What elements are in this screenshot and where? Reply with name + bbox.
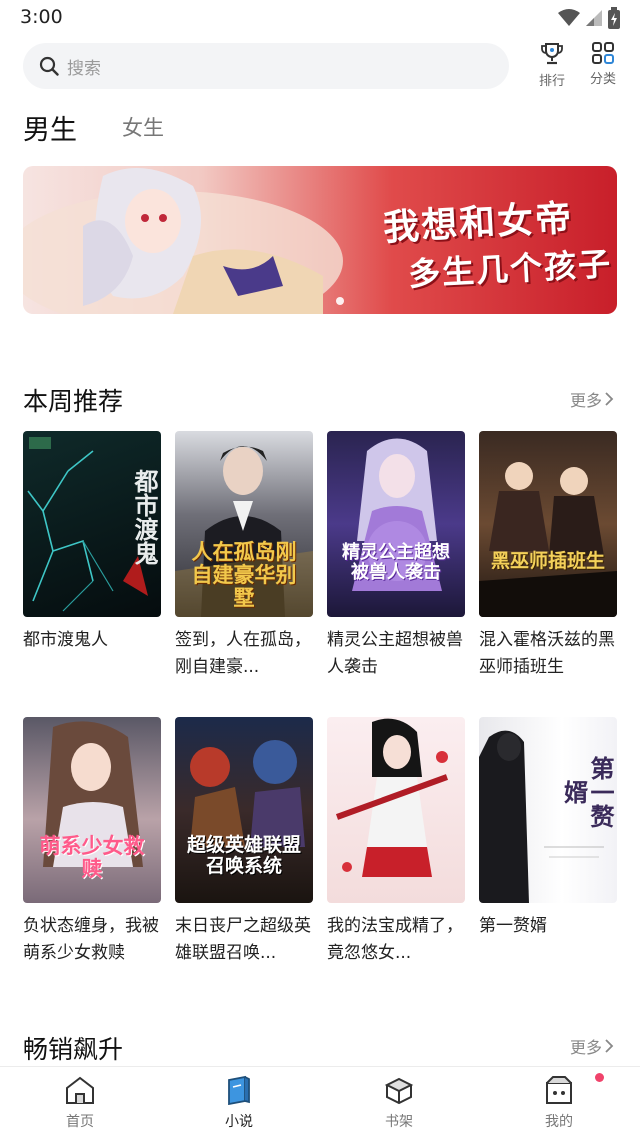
- bottom-nav: 首页 小说 书架 我的: [0, 1066, 640, 1136]
- more-label: 更多: [570, 391, 603, 410]
- book-cover: 超级英雄联盟召唤系统: [175, 717, 313, 903]
- promo-banner[interactable]: 我想和女帝 多生几个孩子: [23, 166, 617, 314]
- bestseller-more-link[interactable]: 更多: [570, 1034, 614, 1058]
- weekly-more-link[interactable]: 更多: [570, 387, 614, 411]
- book-cover-text: 都市渡鬼: [130, 469, 158, 565]
- search-input[interactable]: 搜索: [23, 43, 509, 89]
- more-label: 更多: [570, 1038, 603, 1057]
- battery-icon: [608, 7, 620, 29]
- book-cover-text: 萌系少女救赎: [39, 834, 145, 882]
- nav-item-bookshelf[interactable]: 书架: [359, 1075, 439, 1131]
- profile-icon: [546, 1076, 572, 1104]
- nav-item-home[interactable]: 首页: [40, 1075, 120, 1131]
- book-title: 末日丧尸之超级英雄联盟召唤...: [175, 916, 311, 963]
- book-title: 混入霍格沃兹的黑巫师插班生: [479, 630, 615, 677]
- book-cover-text: 精灵公主超想被兽人袭击: [342, 542, 450, 583]
- nav-label-home: 首页: [66, 1114, 94, 1130]
- tab-male[interactable]: 男生: [23, 108, 77, 147]
- book-card[interactable]: 黑巫师插班生 混入霍格沃兹的黑巫师插班生: [479, 431, 619, 681]
- status-icons: [558, 7, 620, 29]
- search-placeholder: 搜索: [67, 58, 101, 79]
- banner-subtitle: 多生几个孩子: [407, 244, 613, 294]
- status-bar: 3:00: [0, 0, 640, 36]
- category-button[interactable]: 分类: [581, 42, 625, 87]
- book-title: 签到，人在孤岛，刚自建豪...: [175, 630, 311, 677]
- home-icon: [66, 1076, 94, 1104]
- tab-female[interactable]: 女生: [122, 112, 164, 142]
- nav-label-bookshelf: 书架: [385, 1114, 413, 1130]
- rank-button[interactable]: 排行: [530, 42, 574, 89]
- banner-pagination-dot: [336, 297, 344, 305]
- signal-icon: [586, 10, 602, 26]
- book-icon: [228, 1075, 250, 1105]
- notification-dot: [595, 1073, 604, 1082]
- book-cover-text: 黑巫师插班生: [490, 550, 605, 572]
- nav-item-novel[interactable]: 小说: [199, 1075, 279, 1131]
- nav-label-novel: 小说: [225, 1114, 253, 1130]
- book-card[interactable]: 萌系少女救赎 负状态缠身，我被萌系少女救赎: [23, 717, 163, 967]
- book-cover-text: 超级英雄联盟召唤系统: [186, 834, 301, 877]
- book-cover: 第一赘婿: [479, 717, 617, 903]
- book-title: 我的法宝成精了，竟忽悠女...: [327, 916, 463, 963]
- banner-illustration: [23, 168, 343, 314]
- nav-item-profile[interactable]: 我的: [519, 1075, 599, 1131]
- book-cover-text: 第一赘婿: [559, 756, 614, 828]
- book-card[interactable]: 人在孤岛刚自建豪华别墅 签到，人在孤岛，刚自建豪...: [175, 431, 315, 681]
- rank-label: 排行: [538, 74, 565, 89]
- book-cover: 萌系少女救赎: [23, 717, 161, 903]
- nav-label-profile: 我的: [545, 1114, 573, 1130]
- book-card[interactable]: 都市渡鬼 都市渡鬼人: [23, 431, 163, 654]
- book-cover: 都市渡鬼: [23, 431, 161, 617]
- book-title: 精灵公主超想被兽人袭击: [327, 630, 463, 677]
- book-card[interactable]: 第一赘婿 第一赘婿: [479, 717, 619, 940]
- book-cover-text: 人在孤岛刚自建豪华别墅: [191, 540, 297, 611]
- book-title: 都市渡鬼人: [23, 630, 108, 650]
- search-icon: [39, 56, 59, 76]
- status-time: 3:00: [20, 6, 63, 28]
- chevron-right-icon: [605, 1039, 614, 1053]
- wifi-icon: [558, 9, 580, 26]
- category-label: 分类: [589, 72, 616, 87]
- book-title: 第一赘婿: [479, 916, 547, 936]
- chevron-right-icon: [605, 392, 614, 406]
- section-title-weekly: 本周推荐: [23, 387, 124, 416]
- book-cover: 黑巫师插班生: [479, 431, 617, 617]
- book-cover: 人在孤岛刚自建豪华别墅: [175, 431, 313, 617]
- book-title: 负状态缠身，我被萌系少女救赎: [23, 916, 159, 963]
- trophy-icon: [541, 43, 563, 65]
- grid-icon: [592, 42, 614, 64]
- book-cover: [327, 717, 465, 903]
- book-card[interactable]: 超级英雄联盟召唤系统 末日丧尸之超级英雄联盟召唤...: [175, 717, 315, 967]
- bookshelf-icon: [384, 1077, 414, 1105]
- book-card[interactable]: 精灵公主超想被兽人袭击 精灵公主超想被兽人袭击: [327, 431, 467, 681]
- book-cover: 精灵公主超想被兽人袭击: [327, 431, 465, 617]
- section-title-bestseller: 畅销飙升: [23, 1035, 124, 1064]
- book-card[interactable]: 我的法宝成精了，竟忽悠女...: [327, 717, 467, 967]
